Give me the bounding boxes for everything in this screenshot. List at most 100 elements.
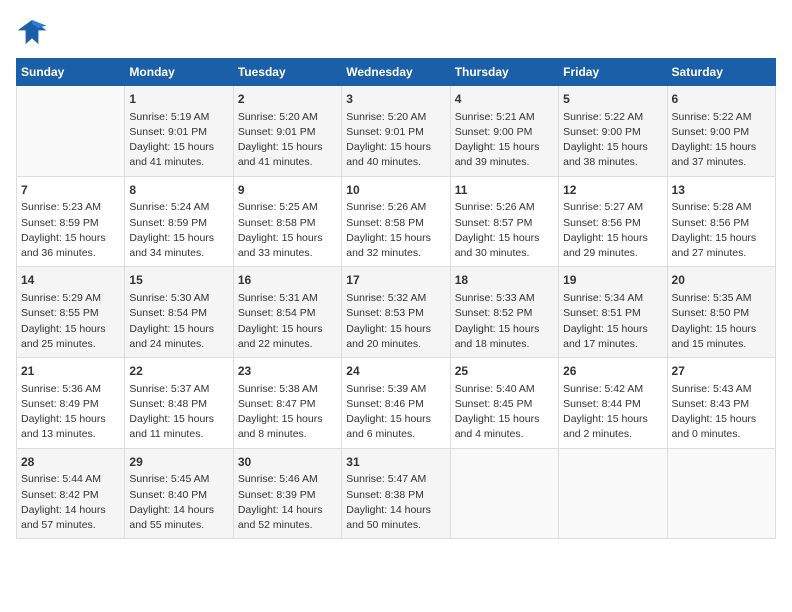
calendar-cell: 1 Sunrise: 5:19 AM Sunset: 9:01 PM Daylig… (125, 86, 233, 177)
week-row-2: 7Sunrise: 5:23 AM Sunset: 8:59 PM Daylig… (17, 176, 776, 267)
day-number: 25 (455, 363, 554, 380)
calendar-cell: 2 Sunrise: 5:20 AM Sunset: 9:01 PM Daylig… (233, 86, 341, 177)
day-info: Sunrise: 5:26 AM Sunset: 8:57 PM Dayligh… (455, 200, 554, 261)
day-info: Sunrise: 5:46 AM Sunset: 8:39 PM Dayligh… (238, 472, 337, 533)
calendar-cell: 21 Sunrise: 5:36 AM Sunset: 8:49 PM Dayli… (17, 358, 125, 449)
week-row-5: 28Sunrise: 5:44 AM Sunset: 8:42 PM Dayli… (17, 448, 776, 539)
calendar-cell: 28Sunrise: 5:44 AM Sunset: 8:42 PM Dayli… (17, 448, 125, 539)
day-info: Sunrise: 5:38 AM Sunset: 8:47 PM Dayligh… (238, 382, 337, 443)
day-number: 16 (238, 272, 337, 289)
calendar-cell (17, 86, 125, 177)
day-number: 2 (238, 91, 337, 108)
day-info: Sunrise: 5:47 AM Sunset: 8:38 PM Dayligh… (346, 472, 445, 533)
day-number: 19 (563, 272, 662, 289)
day-number: 9 (238, 182, 337, 199)
calendar-cell: 10Sunrise: 5:26 AM Sunset: 8:58 PM Dayli… (342, 176, 450, 267)
day-number: 1 (129, 91, 228, 108)
day-info: Sunrise: 5:27 AM Sunset: 8:56 PM Dayligh… (563, 200, 662, 261)
day-info: Sunrise: 5:28 AM Sunset: 8:56 PM Dayligh… (672, 200, 771, 261)
day-number: 15 (129, 272, 228, 289)
day-number: 3 (346, 91, 445, 108)
calendar-cell: 17 Sunrise: 5:32 AM Sunset: 8:53 PM Dayli… (342, 267, 450, 358)
day-number: 12 (563, 182, 662, 199)
calendar-cell: 5 Sunrise: 5:22 AM Sunset: 9:00 PM Daylig… (559, 86, 667, 177)
day-number: 31 (346, 454, 445, 471)
day-number: 18 (455, 272, 554, 289)
calendar-cell: 23 Sunrise: 5:38 AM Sunset: 8:47 PM Dayli… (233, 358, 341, 449)
weekday-header-tuesday: Tuesday (233, 59, 341, 86)
day-number: 7 (21, 182, 120, 199)
week-row-1: 1 Sunrise: 5:19 AM Sunset: 9:01 PM Daylig… (17, 86, 776, 177)
calendar-cell: 13Sunrise: 5:28 AM Sunset: 8:56 PM Dayli… (667, 176, 775, 267)
week-row-4: 21 Sunrise: 5:36 AM Sunset: 8:49 PM Dayli… (17, 358, 776, 449)
weekday-header-sunday: Sunday (17, 59, 125, 86)
calendar-cell: 11Sunrise: 5:26 AM Sunset: 8:57 PM Dayli… (450, 176, 558, 267)
day-number: 29 (129, 454, 228, 471)
calendar-cell: 20 Sunrise: 5:35 AM Sunset: 8:50 PM Dayli… (667, 267, 775, 358)
day-number: 10 (346, 182, 445, 199)
day-number: 17 (346, 272, 445, 289)
day-info: Sunrise: 5:35 AM Sunset: 8:50 PM Dayligh… (672, 291, 771, 352)
day-number: 13 (672, 182, 771, 199)
calendar-cell: 16 Sunrise: 5:31 AM Sunset: 8:54 PM Dayli… (233, 267, 341, 358)
calendar-cell: 29Sunrise: 5:45 AM Sunset: 8:40 PM Dayli… (125, 448, 233, 539)
day-number: 23 (238, 363, 337, 380)
day-info: Sunrise: 5:42 AM Sunset: 8:44 PM Dayligh… (563, 382, 662, 443)
calendar-cell (559, 448, 667, 539)
day-info: Sunrise: 5:29 AM Sunset: 8:55 PM Dayligh… (21, 291, 120, 352)
day-number: 26 (563, 363, 662, 380)
calendar-cell: 31Sunrise: 5:47 AM Sunset: 8:38 PM Dayli… (342, 448, 450, 539)
day-info: Sunrise: 5:39 AM Sunset: 8:46 PM Dayligh… (346, 382, 445, 443)
day-info: Sunrise: 5:20 AM Sunset: 9:01 PM Dayligh… (346, 110, 445, 171)
day-info: Sunrise: 5:23 AM Sunset: 8:59 PM Dayligh… (21, 200, 120, 261)
day-number: 6 (672, 91, 771, 108)
day-info: Sunrise: 5:32 AM Sunset: 8:53 PM Dayligh… (346, 291, 445, 352)
day-number: 4 (455, 91, 554, 108)
calendar-cell: 4 Sunrise: 5:21 AM Sunset: 9:00 PM Daylig… (450, 86, 558, 177)
calendar-cell: 14 Sunrise: 5:29 AM Sunset: 8:55 PM Dayli… (17, 267, 125, 358)
day-info: Sunrise: 5:26 AM Sunset: 8:58 PM Dayligh… (346, 200, 445, 261)
day-info: Sunrise: 5:37 AM Sunset: 8:48 PM Dayligh… (129, 382, 228, 443)
day-number: 20 (672, 272, 771, 289)
day-info: Sunrise: 5:22 AM Sunset: 9:00 PM Dayligh… (672, 110, 771, 171)
day-number: 22 (129, 363, 228, 380)
weekday-header-thursday: Thursday (450, 59, 558, 86)
day-info: Sunrise: 5:19 AM Sunset: 9:01 PM Dayligh… (129, 110, 228, 171)
day-info: Sunrise: 5:20 AM Sunset: 9:01 PM Dayligh… (238, 110, 337, 171)
calendar-cell: 25 Sunrise: 5:40 AM Sunset: 8:45 PM Dayli… (450, 358, 558, 449)
weekday-header-row: SundayMondayTuesdayWednesdayThursdayFrid… (17, 59, 776, 86)
day-number: 21 (21, 363, 120, 380)
day-info: Sunrise: 5:22 AM Sunset: 9:00 PM Dayligh… (563, 110, 662, 171)
calendar-cell: 6 Sunrise: 5:22 AM Sunset: 9:00 PM Daylig… (667, 86, 775, 177)
day-info: Sunrise: 5:43 AM Sunset: 8:43 PM Dayligh… (672, 382, 771, 443)
calendar-cell: 19 Sunrise: 5:34 AM Sunset: 8:51 PM Dayli… (559, 267, 667, 358)
day-info: Sunrise: 5:44 AM Sunset: 8:42 PM Dayligh… (21, 472, 120, 533)
day-info: Sunrise: 5:34 AM Sunset: 8:51 PM Dayligh… (563, 291, 662, 352)
calendar-table: SundayMondayTuesdayWednesdayThursdayFrid… (16, 58, 776, 539)
day-number: 27 (672, 363, 771, 380)
day-info: Sunrise: 5:24 AM Sunset: 8:59 PM Dayligh… (129, 200, 228, 261)
calendar-cell: 7Sunrise: 5:23 AM Sunset: 8:59 PM Daylig… (17, 176, 125, 267)
calendar-cell: 8Sunrise: 5:24 AM Sunset: 8:59 PM Daylig… (125, 176, 233, 267)
calendar-cell: 27 Sunrise: 5:43 AM Sunset: 8:43 PM Dayli… (667, 358, 775, 449)
calendar-cell: 3 Sunrise: 5:20 AM Sunset: 9:01 PM Daylig… (342, 86, 450, 177)
day-number: 14 (21, 272, 120, 289)
day-info: Sunrise: 5:33 AM Sunset: 8:52 PM Dayligh… (455, 291, 554, 352)
day-info: Sunrise: 5:31 AM Sunset: 8:54 PM Dayligh… (238, 291, 337, 352)
day-info: Sunrise: 5:40 AM Sunset: 8:45 PM Dayligh… (455, 382, 554, 443)
day-number: 24 (346, 363, 445, 380)
day-info: Sunrise: 5:25 AM Sunset: 8:58 PM Dayligh… (238, 200, 337, 261)
calendar-cell: 22 Sunrise: 5:37 AM Sunset: 8:48 PM Dayli… (125, 358, 233, 449)
logo (16, 16, 54, 48)
day-number: 5 (563, 91, 662, 108)
day-info: Sunrise: 5:21 AM Sunset: 9:00 PM Dayligh… (455, 110, 554, 171)
page-header (16, 16, 776, 48)
day-number: 8 (129, 182, 228, 199)
calendar-cell: 12Sunrise: 5:27 AM Sunset: 8:56 PM Dayli… (559, 176, 667, 267)
week-row-3: 14 Sunrise: 5:29 AM Sunset: 8:55 PM Dayli… (17, 267, 776, 358)
weekday-header-monday: Monday (125, 59, 233, 86)
day-number: 11 (455, 182, 554, 199)
calendar-cell (667, 448, 775, 539)
weekday-header-wednesday: Wednesday (342, 59, 450, 86)
day-info: Sunrise: 5:36 AM Sunset: 8:49 PM Dayligh… (21, 382, 120, 443)
